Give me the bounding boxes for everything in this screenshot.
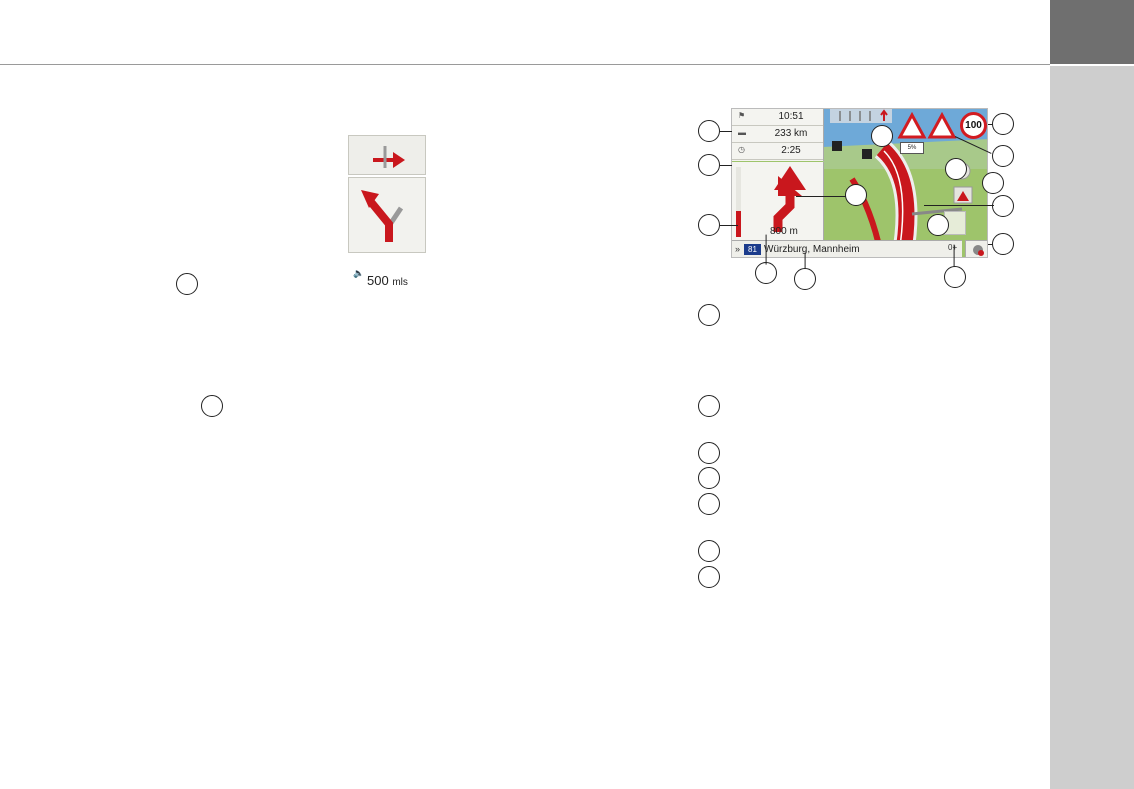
callout-nav-7 <box>871 125 893 147</box>
legend-callout-6 <box>698 540 720 562</box>
callout-nav-14 <box>992 195 1014 217</box>
leader-line <box>804 252 806 269</box>
callout-nav-8 <box>945 158 967 180</box>
legend-callout-2 <box>698 395 720 417</box>
leader-line <box>988 244 993 246</box>
navigation-screen: ⚑ 10:51 ▬ 233 km ◷ 2:25 800 m 100 5% » 8… <box>731 108 988 258</box>
mini-maneuver-display: 🔈 500 mls <box>348 135 426 288</box>
callout-nav-13 <box>982 172 1004 194</box>
callout-left-1 <box>176 273 198 295</box>
street-arrows: » <box>735 244 741 254</box>
route-info-panel[interactable]: ⚑ 10:51 ▬ 233 km ◷ 2:25 <box>732 109 824 161</box>
callout-nav-5 <box>794 268 816 290</box>
arrival-time-row: ⚑ 10:51 <box>732 109 823 126</box>
callout-nav-9 <box>927 214 949 236</box>
distance-remaining: 233 km <box>774 128 808 139</box>
distance-progress-bar <box>736 167 741 237</box>
turn-arrow-icon <box>361 190 404 242</box>
mini-distance: 500 mls <box>367 273 408 288</box>
legend-callout-5 <box>698 493 720 515</box>
turn-right-arrow-icon <box>373 146 405 168</box>
leader-line <box>924 205 994 207</box>
clock-icon: ◷ <box>738 145 745 154</box>
callout-nav-11 <box>992 113 1014 135</box>
callout-nav-2 <box>698 154 720 176</box>
travel-time: 2:25 <box>781 145 801 156</box>
legend-callout-7 <box>698 566 720 588</box>
callout-nav-6 <box>845 184 867 206</box>
speed-limit-sign-icon: 100 <box>960 112 987 139</box>
leader-line <box>953 244 955 267</box>
road-number-badge: 81 <box>744 244 761 255</box>
callout-nav-3 <box>698 214 720 236</box>
side-margin-bar <box>1050 66 1134 789</box>
legend-callout-3 <box>698 442 720 464</box>
maneuver-distance: 800 m <box>770 226 798 237</box>
callout-nav-15 <box>992 233 1014 255</box>
leader-line <box>988 124 993 126</box>
street-name: Würzburg, Mannheim <box>764 244 860 255</box>
callout-nav-12 <box>992 145 1014 167</box>
distance-icon: ▬ <box>738 128 746 137</box>
mute-button[interactable] <box>965 240 987 257</box>
callout-nav-4 <box>755 262 777 284</box>
speaker-icon: 🔈 <box>353 268 365 278</box>
flag-icon: ⚑ <box>738 111 746 120</box>
legend-callout-4 <box>698 467 720 489</box>
main-maneuver-box: 🔈 500 mls <box>348 177 426 288</box>
distance-row: ▬ 233 km <box>732 126 823 143</box>
travel-time-row: ◷ 2:25 <box>732 143 823 160</box>
callout-left-2 <box>201 395 223 417</box>
mute-icon <box>973 245 984 256</box>
arrival-time: 10:51 <box>778 111 804 122</box>
leader-line <box>765 234 767 265</box>
next-maneuver-preview <box>348 135 426 175</box>
leader-line <box>720 165 732 167</box>
leader-line <box>720 225 738 227</box>
chapter-tab <box>1050 0 1134 64</box>
callout-nav-1 <box>698 120 720 142</box>
leader-line <box>796 196 846 198</box>
gradient-label: 5% <box>900 142 924 154</box>
legend-callout-1 <box>698 304 720 326</box>
leader-line <box>720 131 732 133</box>
header-rule <box>0 64 1050 65</box>
callout-nav-10 <box>944 266 966 288</box>
